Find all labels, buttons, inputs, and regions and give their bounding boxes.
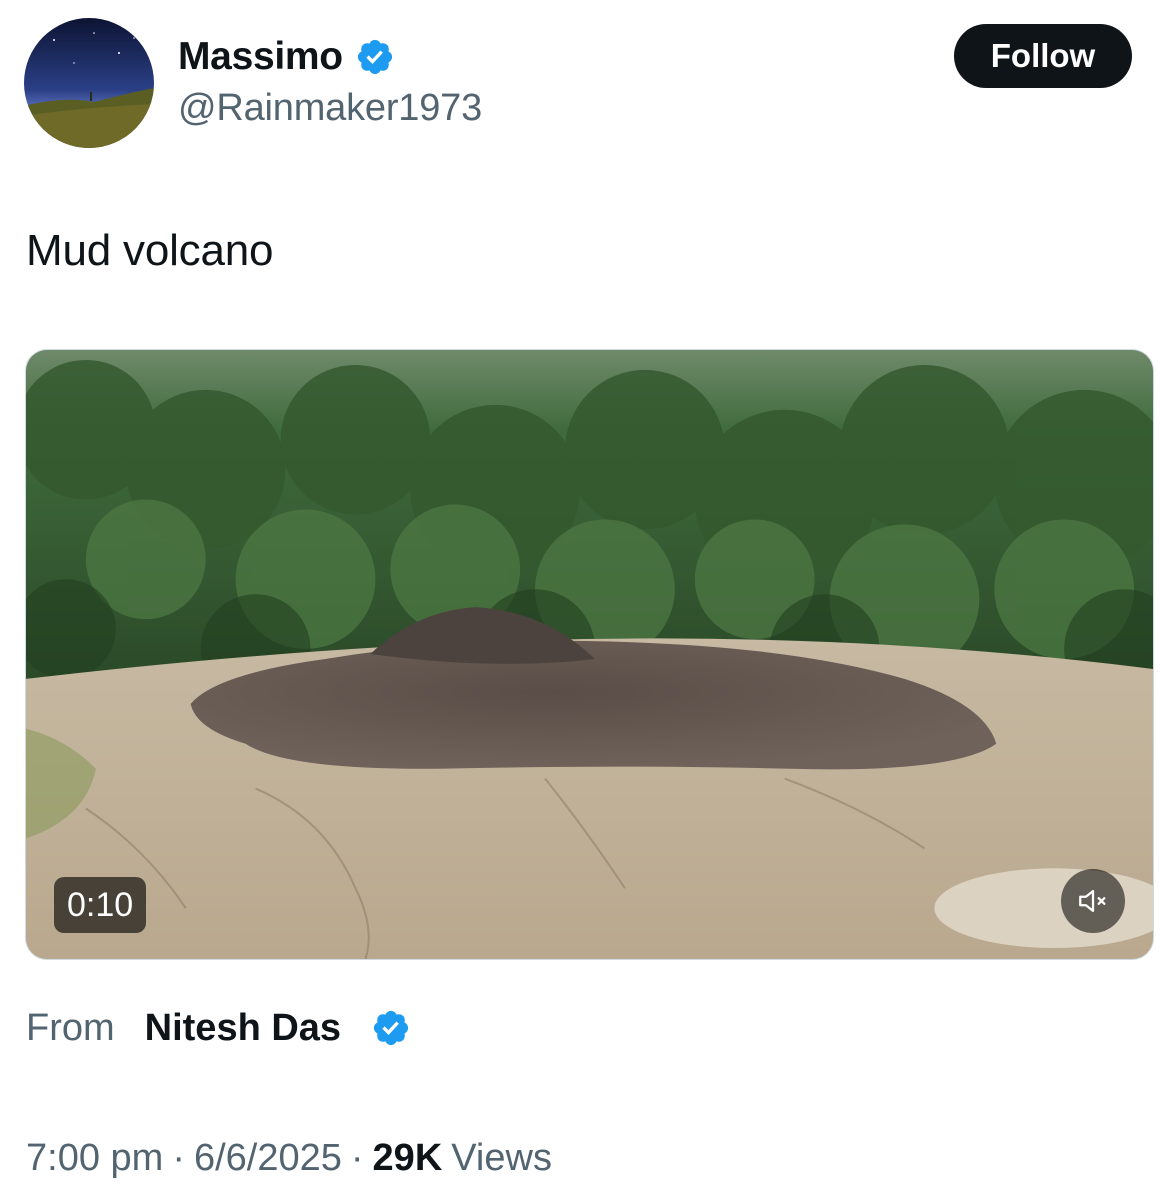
post-meta: 7:00 pm · 6/6/2025 · 29K Views bbox=[26, 1134, 552, 1182]
video-player[interactable]: 0:10 bbox=[25, 349, 1154, 960]
meta-separator: · bbox=[350, 1136, 364, 1179]
author-avatar[interactable] bbox=[24, 18, 154, 148]
speaker-muted-icon bbox=[1079, 889, 1106, 913]
video-duration-badge: 0:10 bbox=[54, 877, 147, 933]
source-prefix: From bbox=[26, 1006, 115, 1049]
post-text: Mud volcano bbox=[26, 226, 274, 275]
mute-toggle-button[interactable] bbox=[1061, 869, 1125, 933]
verified-badge-icon bbox=[357, 39, 392, 75]
verified-badge-icon bbox=[373, 1010, 409, 1046]
views-label: Views bbox=[451, 1136, 552, 1179]
author-handle[interactable]: @Rainmaker1973 bbox=[178, 87, 482, 130]
video-source-attribution: From Nitesh Das bbox=[26, 1004, 411, 1052]
author-display-name[interactable]: Massimo bbox=[178, 35, 343, 79]
follow-button[interactable]: Follow bbox=[954, 24, 1132, 88]
video-thumbnail bbox=[26, 350, 1153, 959]
avatar-image bbox=[24, 18, 154, 148]
meta-separator: · bbox=[172, 1136, 185, 1179]
views-count: 29K bbox=[372, 1136, 443, 1179]
author-name-row: Massimo bbox=[178, 32, 395, 82]
post-time[interactable]: 7:00 pm bbox=[26, 1137, 163, 1180]
source-author-name[interactable]: Nitesh Das bbox=[145, 1007, 341, 1050]
post-date[interactable]: 6/6/2025 bbox=[194, 1137, 342, 1180]
